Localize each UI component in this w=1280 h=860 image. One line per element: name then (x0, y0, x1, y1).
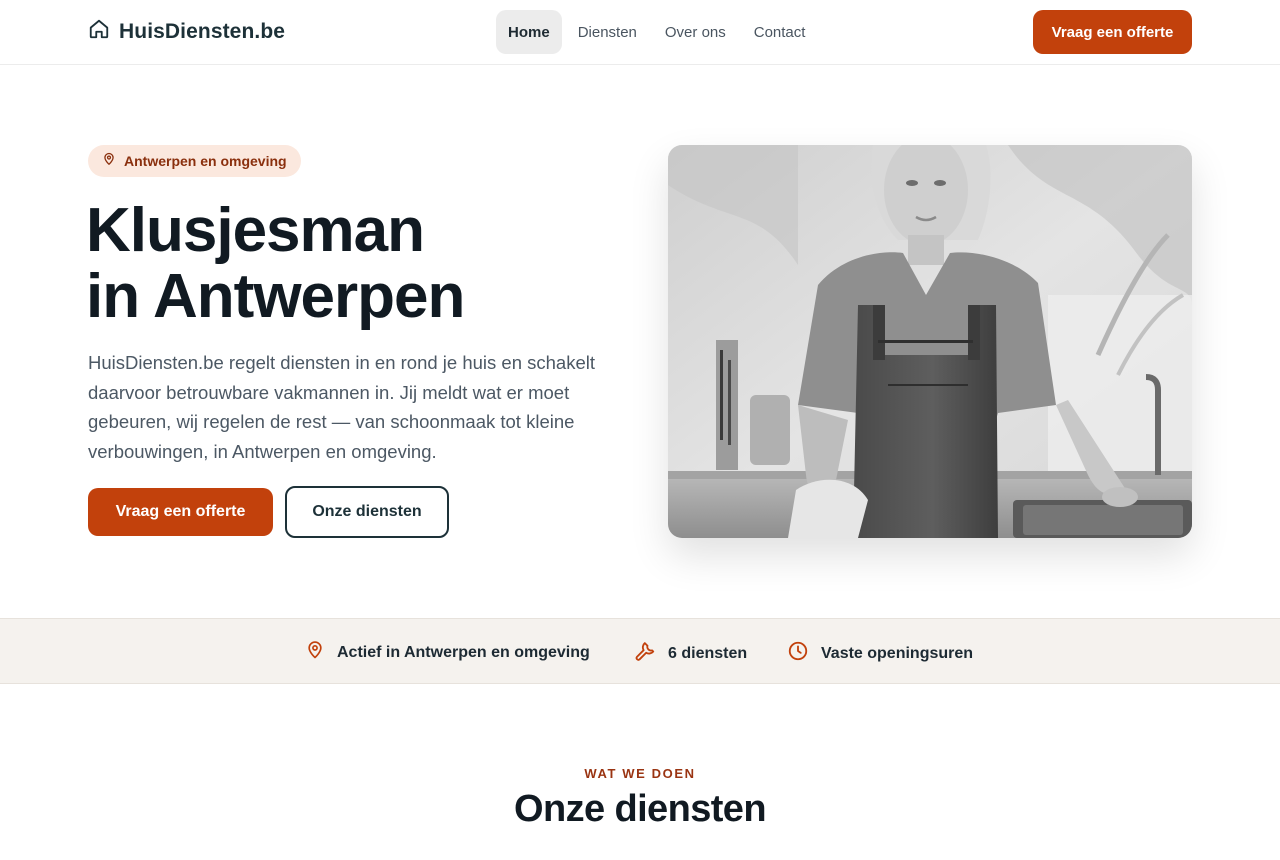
wrench-icon (634, 640, 656, 667)
home-icon (88, 18, 110, 45)
main-nav: Home Diensten Over ons Contact (496, 10, 821, 54)
map-pin-icon (305, 640, 325, 665)
strip-item-services: 6 diensten (634, 640, 747, 667)
nav-item-over-ons[interactable]: Over ons (653, 10, 738, 54)
hero-title-line-2: in Antwerpen (86, 262, 465, 331)
nav-item-diensten[interactable]: Diensten (566, 10, 649, 54)
header-quote-button[interactable]: Vraag een offerte (1033, 10, 1192, 54)
hero-photo (668, 145, 1192, 538)
badge-label: Antwerpen en omgeving (124, 153, 287, 169)
section-title: Onze diensten (514, 788, 767, 830)
brand-name: HuisDiensten.be (119, 19, 286, 43)
strip-item-hours: Vaste openingsuren (787, 640, 973, 667)
strip-region-label: Actief in Antwerpen en omgeving (337, 643, 590, 661)
strip-hours-label: Vaste openingsuren (821, 644, 974, 662)
our-services-button[interactable]: Onze diensten (285, 486, 449, 538)
strip-item-region: Actief in Antwerpen en omgeving (305, 640, 590, 665)
section-eyebrow: WAT WE DOEN (584, 766, 696, 781)
location-badge: Antwerpen en omgeving (88, 145, 301, 177)
hero-description: HuisDiensten.be regelt diensten in en ro… (88, 352, 596, 462)
strip-services-label: 6 diensten (668, 644, 748, 662)
hero-title: Klusjesman in Antwerpen (86, 198, 626, 330)
request-quote-button[interactable]: Vraag een offerte (88, 488, 273, 536)
nav-item-home[interactable]: Home (496, 10, 562, 54)
brand-logo[interactable]: HuisDiensten.be (88, 18, 285, 45)
hero-title-line-1: Klusjesman (86, 196, 425, 265)
info-strip: Actief in Antwerpen en omgeving 6 dienst… (0, 618, 1280, 684)
nav-item-contact[interactable]: Contact (742, 10, 818, 54)
clock-icon (787, 640, 809, 667)
site-header: HuisDiensten.be Home Diensten Over ons C… (0, 0, 1280, 65)
map-pin-icon (102, 152, 116, 171)
